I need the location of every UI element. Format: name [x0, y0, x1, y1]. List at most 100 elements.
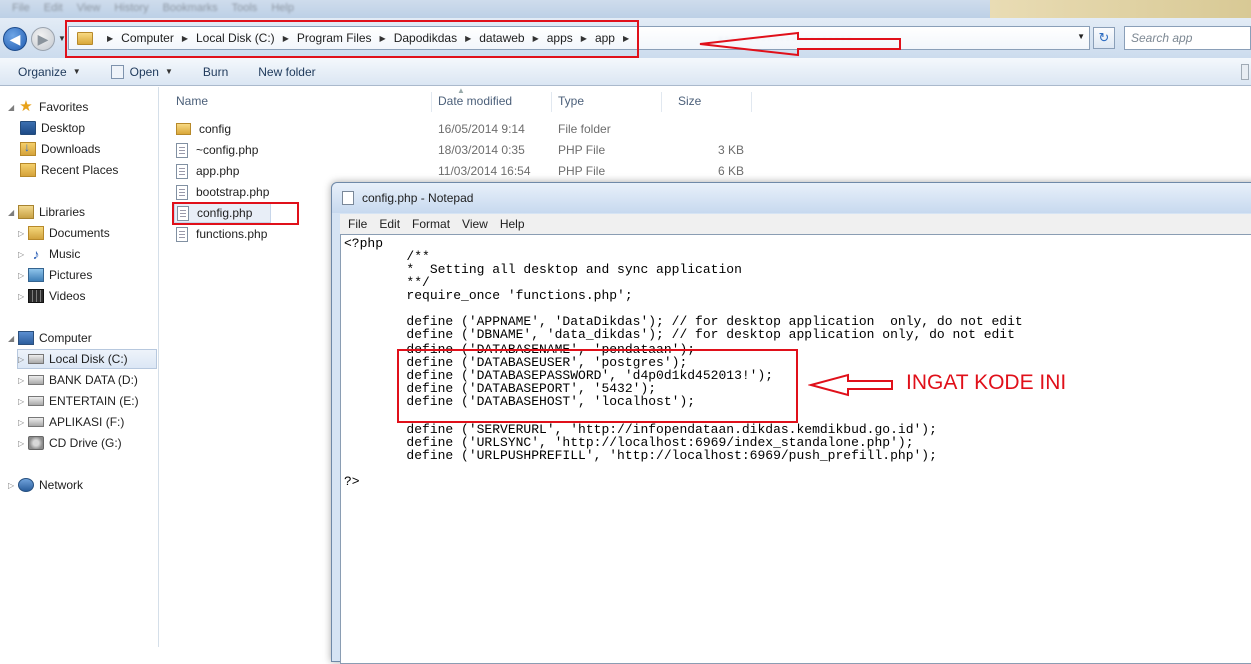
- chevron-right-icon[interactable]: ▶: [182, 34, 188, 43]
- file-row[interactable]: config: [176, 119, 231, 139]
- videos-icon: [28, 289, 44, 303]
- php-file-icon: [176, 184, 188, 200]
- organize-label: Organize: [18, 64, 67, 79]
- file-row-selected[interactable]: config.php: [174, 203, 272, 223]
- expand-icon[interactable]: ▷: [18, 397, 28, 406]
- navigation-pane: ◢★Favorites Desktop Downloads Recent Pla…: [0, 87, 159, 647]
- chevron-right-icon[interactable]: ▶: [623, 34, 629, 43]
- breadcrumb-apps[interactable]: apps: [547, 31, 573, 45]
- nav-cd-drive[interactable]: ▷ CD Drive (G:): [18, 433, 122, 453]
- address-dropdown-icon[interactable]: ▼: [1077, 32, 1085, 41]
- nav-local-disk[interactable]: ▷ Local Disk (C:): [17, 349, 157, 369]
- nav-bank-data[interactable]: ▷ BANK DATA (D:): [18, 370, 138, 390]
- file-row[interactable]: app.php: [176, 161, 239, 181]
- refresh-button[interactable]: ↻: [1093, 27, 1115, 49]
- nav-downloads[interactable]: Downloads: [20, 139, 100, 159]
- file-name: ~config.php: [196, 143, 259, 157]
- nav-favorites[interactable]: ◢ ★ Favorites: [8, 97, 88, 117]
- expand-icon[interactable]: ◢: [8, 103, 18, 112]
- cd-drive-icon: [28, 436, 44, 450]
- expand-icon[interactable]: ▷: [18, 271, 28, 280]
- nav-network[interactable]: ▷ Network: [8, 475, 83, 495]
- nav-documents[interactable]: ▷ Documents: [18, 223, 110, 243]
- breadcrumb-computer[interactable]: Computer: [121, 31, 174, 45]
- burn-button[interactable]: Burn: [203, 65, 228, 79]
- nav-label: Network: [39, 478, 84, 492]
- nav-label: ENTERTAIN (E:): [49, 394, 139, 408]
- expand-icon[interactable]: ▷: [18, 439, 28, 448]
- chevron-right-icon[interactable]: ▶: [380, 34, 386, 43]
- php-file-icon: [177, 205, 189, 221]
- chevron-right-icon[interactable]: ▶: [533, 34, 539, 43]
- notepad-icon: [110, 64, 124, 79]
- organize-button[interactable]: Organize ▼: [18, 65, 81, 79]
- nav-computer[interactable]: ◢ Computer: [8, 328, 92, 348]
- expand-icon[interactable]: ◢: [8, 334, 18, 343]
- expand-icon[interactable]: ▷: [18, 418, 28, 427]
- breadcrumb-dataweb[interactable]: dataweb: [479, 31, 524, 45]
- column-header-type[interactable]: Type: [542, 92, 662, 112]
- menu-format[interactable]: Format: [412, 217, 450, 231]
- file-row[interactable]: ~config.php: [176, 140, 258, 160]
- nav-desktop[interactable]: Desktop: [20, 118, 85, 138]
- network-icon: [18, 478, 34, 492]
- file-row[interactable]: bootstrap.php: [176, 182, 269, 202]
- file-name: bootstrap.php: [196, 185, 270, 199]
- new-folder-button[interactable]: New folder: [258, 65, 315, 79]
- php-file-icon: [176, 163, 188, 179]
- chevron-right-icon[interactable]: ▶: [283, 34, 289, 43]
- file-date: 18/03/2014 0:35: [438, 143, 525, 157]
- back-button[interactable]: ◀: [3, 27, 27, 51]
- notepad-titlebar[interactable]: config.php - Notepad: [332, 183, 1251, 213]
- breadcrumb: ▶ Computer ▶ Local Disk (C:) ▶ Program F…: [99, 31, 637, 45]
- breadcrumb-local-disk[interactable]: Local Disk (C:): [196, 31, 275, 45]
- expand-icon[interactable]: ▷: [18, 376, 28, 385]
- column-header-name[interactable]: Name: [160, 92, 432, 112]
- code-block-bottom: define ('SERVERURL', 'http://infopendata…: [344, 422, 937, 489]
- breadcrumb-app[interactable]: app: [595, 31, 615, 45]
- nav-music[interactable]: ▷ ♪ Music: [18, 244, 80, 264]
- nav-libraries[interactable]: ◢ Libraries: [8, 202, 85, 222]
- breadcrumb-program-files[interactable]: Program Files: [297, 31, 372, 45]
- file-name: functions.php: [196, 227, 268, 241]
- nav-label: APLIKASI (F:): [49, 415, 125, 429]
- nav-recent-places[interactable]: Recent Places: [20, 160, 118, 180]
- blurred-region: [990, 0, 1251, 18]
- scrollbar[interactable]: [1241, 64, 1249, 80]
- chevron-right-icon[interactable]: ▶: [465, 34, 471, 43]
- column-header-size[interactable]: Size: [662, 92, 752, 112]
- breadcrumb-dapodikdas[interactable]: Dapodikdas: [394, 31, 457, 45]
- nav-pictures[interactable]: ▷ Pictures: [18, 265, 92, 285]
- nav-label: Downloads: [41, 142, 101, 156]
- address-bar[interactable]: ▶ Computer ▶ Local Disk (C:) ▶ Program F…: [68, 26, 1090, 50]
- expand-icon[interactable]: ◢: [8, 208, 18, 217]
- chevron-down-icon: ▼: [164, 67, 173, 76]
- chevron-right-icon[interactable]: ▶: [581, 34, 587, 43]
- code-block-database: define ('DATABASENAME', 'pendataan'); de…: [406, 342, 774, 409]
- forward-button[interactable]: ▶: [31, 27, 55, 51]
- expand-icon[interactable]: ▷: [18, 292, 28, 301]
- expand-icon[interactable]: ▷: [8, 481, 18, 490]
- file-size: 6 KB: [717, 164, 744, 178]
- column-header-date[interactable]: Date modified: [422, 92, 552, 112]
- file-row[interactable]: functions.php: [176, 224, 267, 244]
- open-button[interactable]: Open ▼: [110, 64, 173, 79]
- expand-icon[interactable]: ▷: [18, 355, 28, 364]
- recent-pages-dropdown-icon[interactable]: ▼: [58, 34, 66, 43]
- menu-view[interactable]: View: [462, 217, 488, 231]
- nav-entertain[interactable]: ▷ ENTERTAIN (E:): [18, 391, 139, 411]
- php-file-icon: [176, 226, 188, 242]
- nav-videos[interactable]: ▷ Videos: [18, 286, 85, 306]
- expand-icon[interactable]: ▷: [18, 229, 28, 238]
- chevron-right-icon[interactable]: ▶: [107, 34, 113, 43]
- notepad-icon: [342, 191, 354, 205]
- disk-icon: [28, 417, 44, 427]
- expand-icon[interactable]: ▷: [18, 250, 28, 259]
- nav-label: Videos: [49, 289, 86, 303]
- nav-aplikasi[interactable]: ▷ APLIKASI (F:): [18, 412, 124, 432]
- search-input[interactable]: Search app: [1124, 26, 1251, 50]
- menu-help[interactable]: Help: [500, 217, 525, 231]
- notepad-text-area[interactable]: <?php /** * Setting all desktop and sync…: [340, 234, 1251, 664]
- menu-file[interactable]: File: [348, 217, 367, 231]
- menu-edit[interactable]: Edit: [379, 217, 400, 231]
